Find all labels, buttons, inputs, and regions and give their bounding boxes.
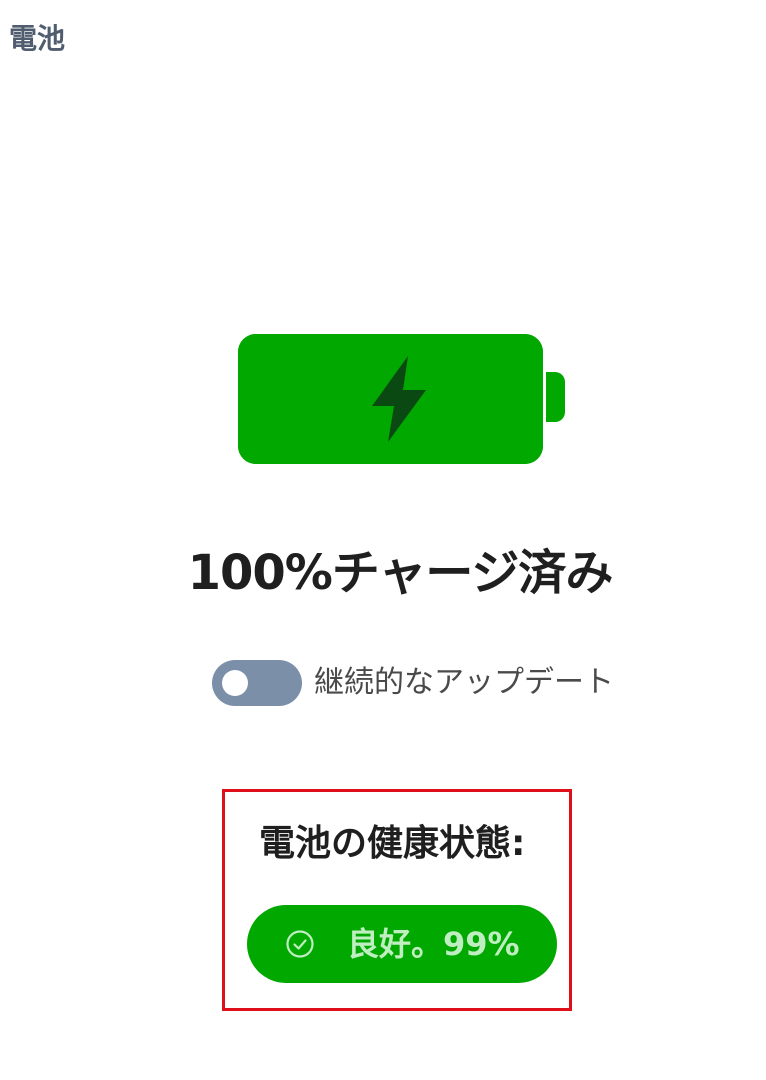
- continuous-update-label: 継続的なアップデート: [314, 665, 614, 700]
- battery-icon: [238, 334, 543, 464]
- battery-health-status-badge: 良好。99%: [247, 905, 557, 983]
- continuous-update-row: 継続的なアップデート: [212, 660, 614, 706]
- battery-health-heading: 電池の健康状態:: [259, 823, 526, 864]
- charge-status-text: 100%チャージ済み: [187, 545, 614, 601]
- battery-health-panel: 電池の健康状態: 良好。99%: [222, 789, 572, 1011]
- page-title: 電池: [9, 22, 66, 55]
- check-circle-icon: [286, 930, 314, 958]
- lightning-bolt-icon: [372, 356, 426, 442]
- battery-health-value: 良好。99%: [347, 925, 520, 963]
- toggle-knob: [222, 670, 248, 696]
- continuous-update-toggle[interactable]: [212, 660, 302, 706]
- battery-settings-page: 電池 100%チャージ済み 継続的なアップデート 電池の健康状態: 良好。99%: [0, 0, 766, 1080]
- battery-terminal: [546, 372, 565, 422]
